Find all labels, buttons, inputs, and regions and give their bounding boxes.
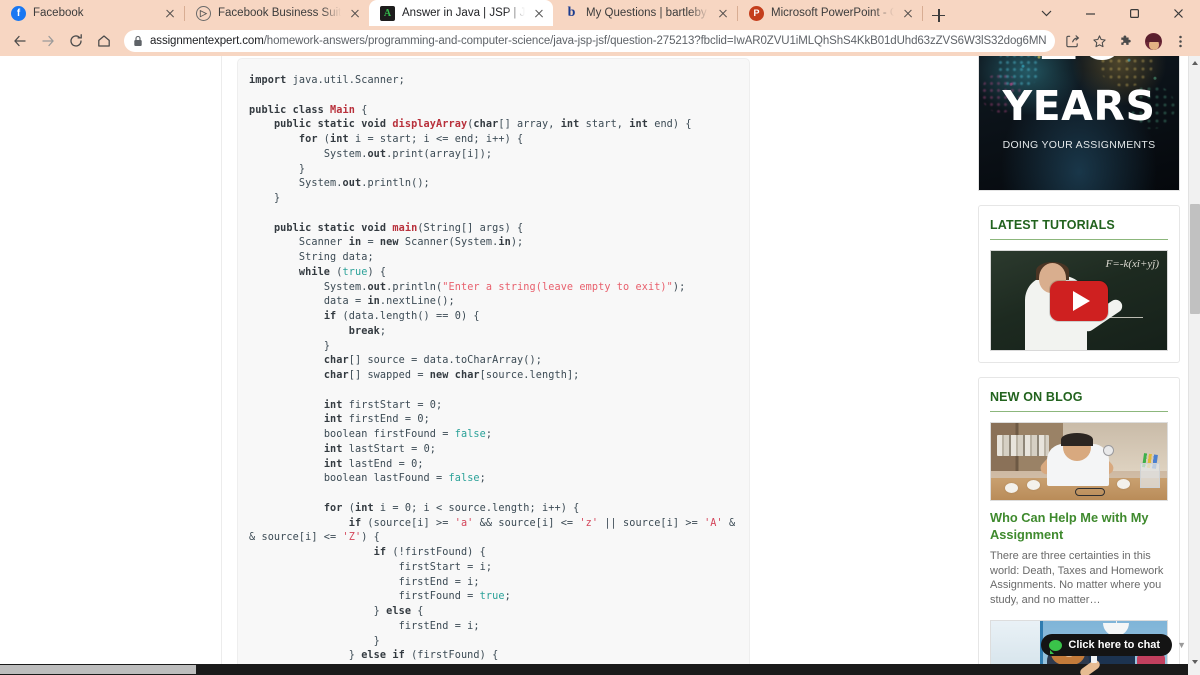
wristwatch: [1103, 445, 1114, 456]
search-tabs-button[interactable]: [1024, 0, 1068, 26]
vertical-scrollbar-thumb[interactable]: [1190, 204, 1200, 314]
page-viewport: import java.util.Scanner; public class M…: [0, 56, 1200, 675]
close-icon[interactable]: [532, 6, 546, 20]
banner-headline-number: 10: [979, 56, 1179, 70]
browser-tab-microsoft-powerpoint[interactable]: P Microsoft PowerPoint - Collabora: [738, 0, 922, 26]
url-host: assignmentexpert.com: [150, 35, 264, 47]
crumpled-paper: [1117, 479, 1130, 489]
back-arrow-icon[interactable]: [6, 27, 34, 55]
close-icon[interactable]: [163, 6, 177, 20]
forward-arrow-icon[interactable]: [34, 27, 62, 55]
blackboard-equation: F=-k(xî+yĵ): [1105, 258, 1159, 270]
blog-post-title-link[interactable]: Who Can Help Me with My Assignment: [990, 510, 1168, 543]
books: [997, 435, 1049, 456]
tab-title: Facebook: [33, 7, 84, 19]
toolbar-actions: [1059, 27, 1194, 55]
browser-tab-answer-in-java[interactable]: A Answer in Java | JSP | JSF for Paal: [369, 0, 553, 26]
page-left-gutter: [0, 56, 222, 668]
address-bar[interactable]: assignmentexpert.com/homework-answers/pr…: [124, 30, 1055, 52]
close-window-button[interactable]: [1156, 0, 1200, 26]
lock-icon: [133, 35, 143, 47]
avatar-icon: [1145, 32, 1162, 50]
tab-title: Facebook Business Suite: [218, 7, 341, 19]
star-icon[interactable]: [1086, 27, 1113, 55]
youtube-play-icon[interactable]: [1050, 280, 1108, 321]
tab-strip: f Facebook ▷ Facebook Business Suite A A…: [0, 0, 1200, 26]
puzzle-icon[interactable]: [1113, 27, 1140, 55]
eyeglasses: [1075, 488, 1105, 496]
page-right-sidebar: 10 YEARS DOING YOUR ASSIGNMENTS LATEST T…: [966, 56, 1188, 675]
banner-headline-years: YEARS: [1002, 82, 1156, 130]
latest-tutorials-title: LATEST TUTORIALS: [990, 218, 1168, 240]
horizontal-scrollbar-thumb[interactable]: [0, 665, 196, 674]
latest-tutorials-panel: LATEST TUTORIALS F=-k(xî+yĵ): [978, 205, 1180, 363]
banner-subtitle: DOING YOUR ASSIGNMENTS: [1002, 139, 1156, 151]
scroll-up-arrow-icon[interactable]: [1189, 57, 1200, 69]
tab-title: Microsoft PowerPoint - Collabora: [771, 7, 894, 19]
maximize-button[interactable]: [1112, 0, 1156, 26]
code-answer-block: import java.util.Scanner; public class M…: [237, 58, 750, 675]
window-controls: [1024, 0, 1200, 26]
vertical-scrollbar[interactable]: [1188, 56, 1200, 675]
tab-divider: [922, 5, 923, 21]
browser-tab-facebook[interactable]: f Facebook: [0, 0, 184, 26]
share-icon[interactable]: [1059, 27, 1086, 55]
assignment-expert-icon: A: [380, 5, 395, 21]
close-icon[interactable]: [348, 6, 362, 20]
tutorial-video-thumbnail[interactable]: F=-k(xî+yĵ): [990, 250, 1168, 351]
home-icon[interactable]: [90, 27, 118, 55]
facebook-business-suite-icon: ▷: [196, 5, 211, 21]
web-page: import java.util.Scanner; public class M…: [0, 56, 1188, 675]
close-icon[interactable]: [716, 6, 730, 20]
scrollbar-corner: [1188, 664, 1200, 675]
student-hair: [1061, 433, 1093, 446]
java-source-code: import java.util.Scanner; public class M…: [249, 75, 736, 675]
new-tab-button[interactable]: [926, 4, 952, 26]
collapse-icon[interactable]: ▼: [1177, 640, 1186, 650]
reload-icon[interactable]: [62, 27, 90, 55]
tab-title: Answer in Java | JSP | JSF for Paal: [402, 7, 525, 19]
speech-bubble-icon: [1049, 639, 1063, 654]
browser-toolbar: assignmentexpert.com/homework-answers/pr…: [0, 26, 1200, 56]
close-icon[interactable]: [901, 6, 915, 20]
tab-title: My Questions | bartleby: [586, 7, 707, 19]
three-dot-menu-icon[interactable]: [1167, 27, 1194, 55]
chat-button-label: Click here to chat: [1068, 639, 1161, 651]
browser-tab-facebook-business-suite[interactable]: ▷ Facebook Business Suite: [185, 0, 369, 26]
pen-holder: [1140, 463, 1160, 488]
anniversary-banner-ad[interactable]: 10 YEARS DOING YOUR ASSIGNMENTS: [978, 56, 1180, 191]
url-text: assignmentexpert.com/homework-answers/pr…: [150, 35, 1046, 47]
browser-tab-my-questions-bartleby[interactable]: b My Questions | bartleby: [553, 0, 737, 26]
new-on-blog-panel: NEW ON BLOG Who Can Help Me with My Assi…: [978, 377, 1180, 675]
facebook-icon: f: [11, 5, 26, 21]
browser-chrome: f Facebook ▷ Facebook Business Suite A A…: [0, 0, 1200, 56]
minimize-button[interactable]: [1068, 0, 1112, 26]
click-here-to-chat-button[interactable]: Click here to chat: [1041, 634, 1173, 656]
url-path: /homework-answers/programming-and-comput…: [263, 35, 1046, 47]
answer-main-column: import java.util.Scanner; public class M…: [222, 56, 966, 675]
chat-widget: Click here to chat ▼: [1041, 634, 1186, 656]
blog-post-excerpt: There are three certainties in this worl…: [990, 550, 1164, 606]
avatar[interactable]: [1140, 27, 1167, 55]
crumpled-paper: [1005, 483, 1018, 493]
bartleby-icon: b: [567, 5, 576, 21]
crumpled-paper: [1027, 480, 1040, 490]
horizontal-scrollbar[interactable]: [0, 664, 1200, 675]
new-on-blog-title: NEW ON BLOG: [990, 390, 1168, 412]
powerpoint-icon: P: [749, 5, 764, 21]
blog-post-image-1[interactable]: [990, 422, 1168, 501]
